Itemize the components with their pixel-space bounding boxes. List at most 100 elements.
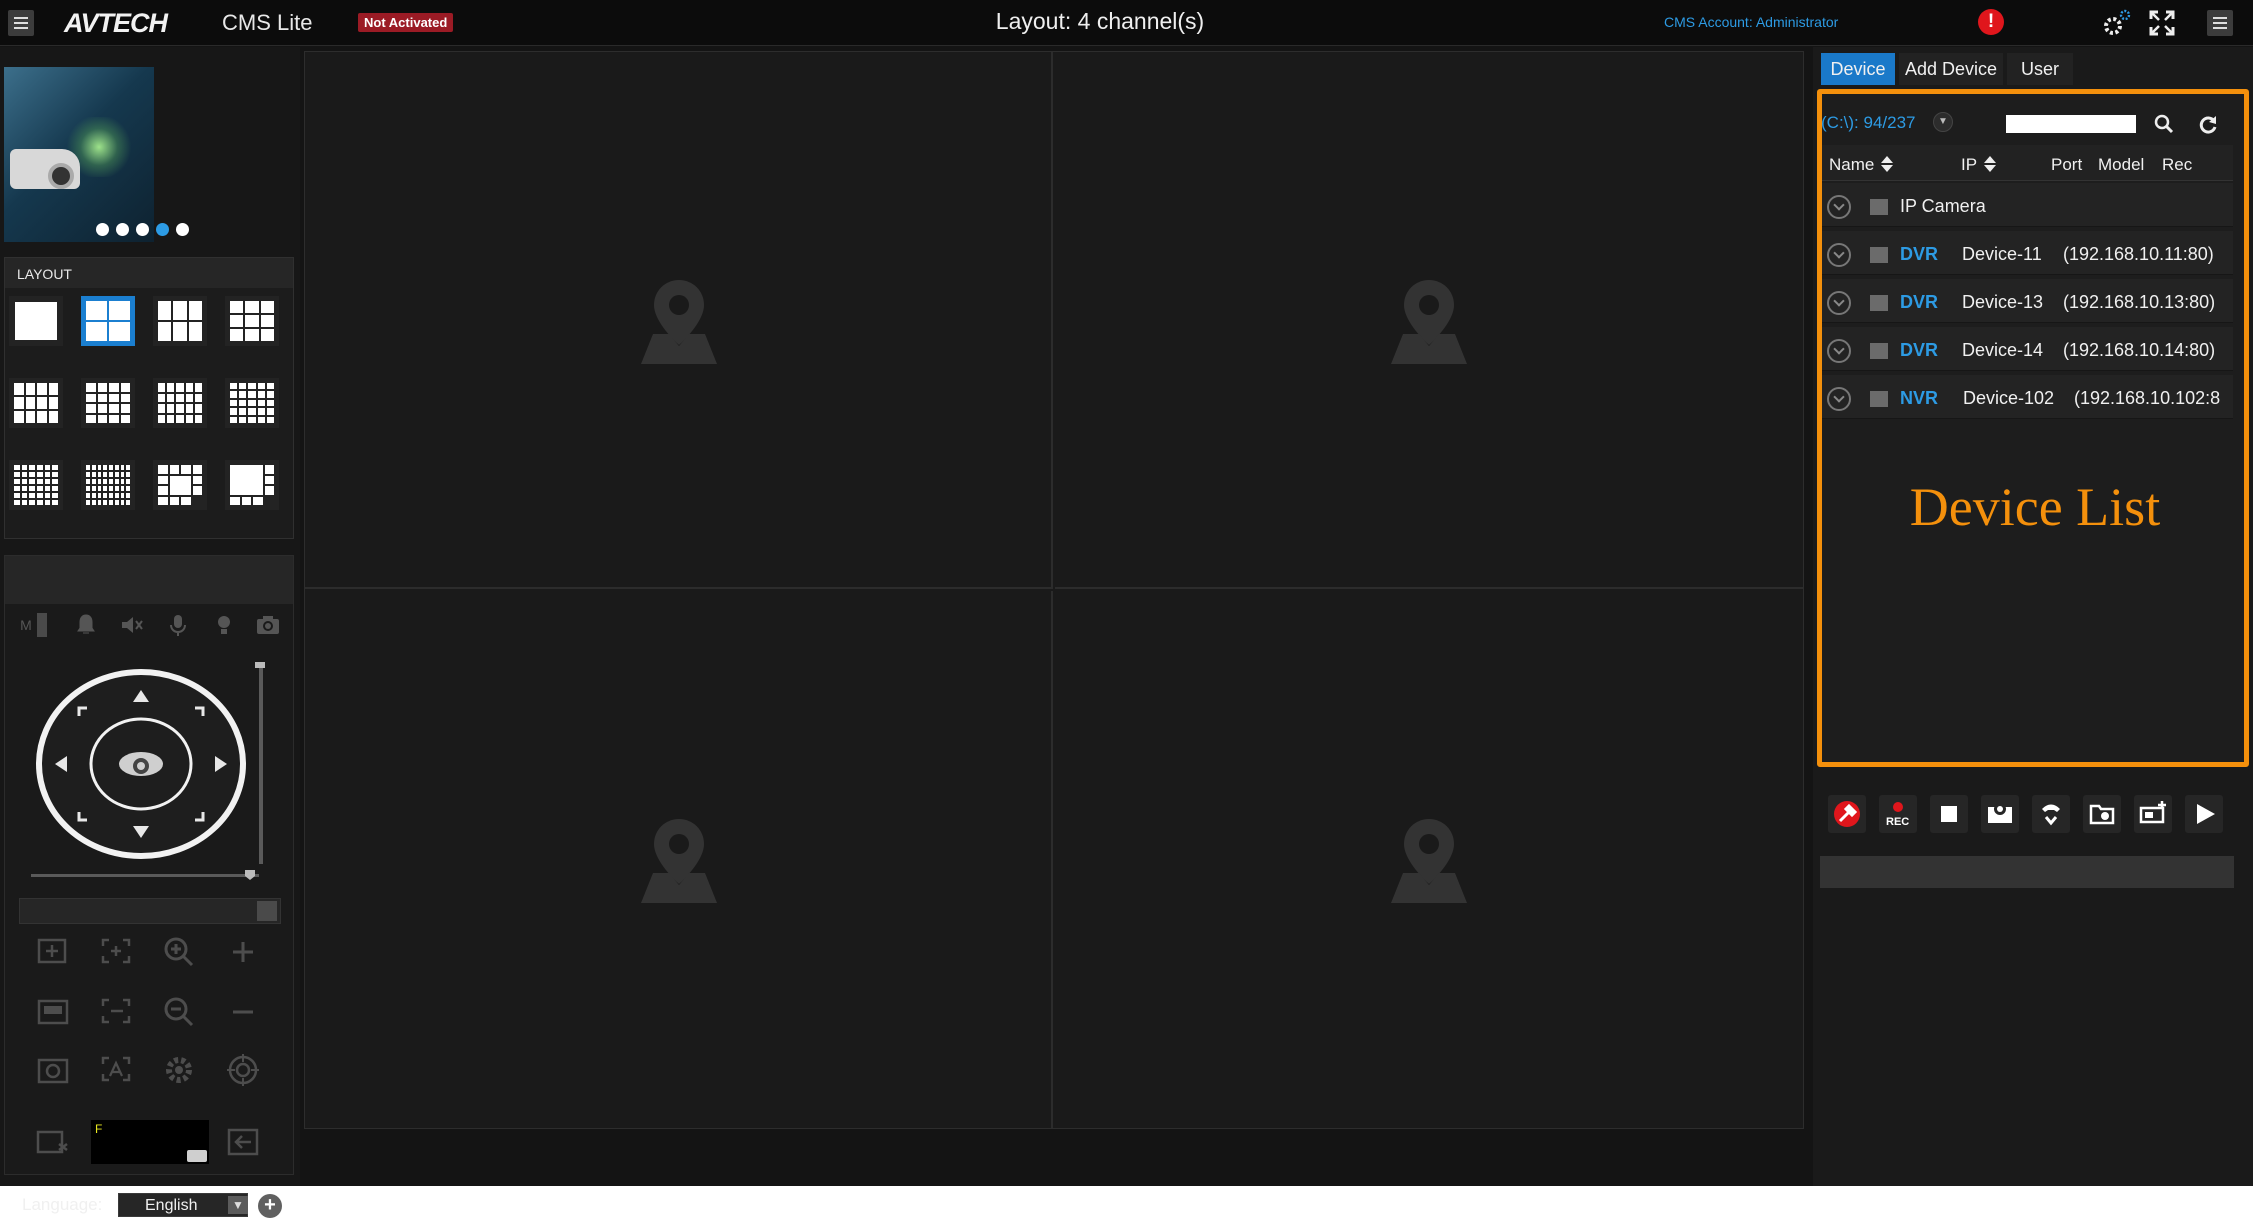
- promo-dot[interactable]: [136, 223, 149, 236]
- slider-thumb-icon[interactable]: [243, 868, 257, 882]
- layout-8-button[interactable]: [225, 460, 279, 510]
- layout-4-button[interactable]: [81, 296, 135, 346]
- promo-dot[interactable]: [116, 223, 129, 236]
- layout-16-button[interactable]: [81, 378, 135, 428]
- preset-go-button[interactable]: [257, 901, 277, 921]
- cms-app: AVTECH CMS Lite Not Activated Layout: 4 …: [0, 0, 2253, 1218]
- promo-dot[interactable]: [96, 223, 109, 236]
- layout-label: LAYOUT: [5, 258, 293, 288]
- chevron-down-icon[interactable]: ▼: [228, 1196, 248, 1214]
- photo-icon: [1988, 803, 2012, 823]
- layout-grid-icon: [230, 301, 274, 341]
- layout-grid-icon: [158, 383, 202, 423]
- layout-grid-icon: [14, 383, 58, 423]
- add-language-icon[interactable]: +: [258, 1194, 282, 1218]
- fullscreen-icon[interactable]: [2148, 9, 2176, 37]
- account-label[interactable]: CMS Account: Administrator: [1664, 14, 1838, 30]
- zoom-in-icon[interactable]: [159, 932, 199, 972]
- mode-toggle[interactable]: M: [13, 612, 39, 638]
- preset-input[interactable]: [19, 898, 281, 924]
- product-name: CMS Lite: [222, 10, 313, 35]
- layout-48-button[interactable]: [81, 460, 135, 510]
- minus-icon[interactable]: [223, 992, 263, 1032]
- zoom-out-icon[interactable]: [159, 992, 199, 1032]
- layout-25-button[interactable]: [225, 378, 279, 428]
- stop-icon: [1941, 806, 1957, 822]
- record-button[interactable]: REC: [1879, 795, 1917, 833]
- settings-icon[interactable]: [2100, 8, 2132, 38]
- light-icon[interactable]: [211, 612, 237, 638]
- video-channel-3[interactable]: [305, 591, 1053, 1128]
- layout-13-button[interactable]: [153, 460, 207, 510]
- left-panel: LAYOUT M F Language: English ▼ +: [0, 47, 300, 1218]
- osd-display[interactable]: F: [91, 1120, 209, 1164]
- return-icon[interactable]: [223, 1122, 263, 1162]
- video-channel-1[interactable]: [305, 52, 1053, 589]
- fit-icon[interactable]: [97, 992, 137, 1032]
- layout-grid-icon: [86, 301, 130, 341]
- promo-dot[interactable]: [176, 223, 189, 236]
- settings-icon[interactable]: [159, 1050, 199, 1090]
- auto-focus-icon[interactable]: [97, 1050, 137, 1090]
- tab-device[interactable]: Device: [1821, 53, 1895, 85]
- alarm-button[interactable]: [1828, 795, 1866, 833]
- play-button[interactable]: [2185, 795, 2223, 833]
- map-pin-icon: [641, 280, 717, 364]
- plus-icon[interactable]: [223, 932, 263, 972]
- layout-20-button[interactable]: [153, 378, 207, 428]
- exit-icon[interactable]: [33, 1122, 73, 1162]
- playback-toolbar: REC: [1820, 795, 2240, 841]
- ptz-dome-icon: [119, 752, 163, 776]
- snapshot-icon[interactable]: [33, 1050, 73, 1090]
- layout-9-button[interactable]: [225, 296, 279, 346]
- keyboard-icon[interactable]: [187, 1150, 207, 1162]
- tab-bar: Device Add Device User: [1813, 53, 2253, 87]
- wrench-icon: [1834, 801, 1860, 827]
- promo-banner[interactable]: [4, 67, 154, 242]
- tab-add-device[interactable]: Add Device: [1899, 53, 2003, 85]
- focus-icon[interactable]: [97, 932, 137, 972]
- layout-title: Layout: 4 channel(s): [995, 8, 1205, 34]
- mode-slider[interactable]: [37, 613, 47, 637]
- snapshot-icon[interactable]: [255, 612, 281, 638]
- target-icon[interactable]: [223, 1050, 263, 1090]
- mute-icon[interactable]: [119, 612, 145, 638]
- video-channel-2[interactable]: [1055, 52, 1803, 589]
- zoom-slider[interactable]: [31, 874, 259, 877]
- layout-grid-icon: [158, 301, 202, 341]
- top-bar: AVTECH CMS Lite Not Activated Layout: 4 …: [0, 0, 2253, 46]
- layout-1-button[interactable]: [9, 296, 63, 346]
- layout-section: LAYOUT: [4, 257, 294, 539]
- ptz-header: [5, 556, 293, 604]
- alarm-icon[interactable]: [73, 612, 99, 638]
- video-grid: [304, 51, 1804, 1129]
- talk-button[interactable]: [2032, 795, 2070, 833]
- activation-badge[interactable]: Not Activated: [358, 13, 454, 32]
- alert-icon[interactable]: !: [1978, 9, 2004, 35]
- folder-gear-icon: [2089, 804, 2115, 825]
- snapshot-button[interactable]: [1981, 795, 2019, 833]
- add-window-button[interactable]: [2134, 795, 2172, 833]
- window-icon[interactable]: [33, 992, 73, 1032]
- ptz-joystick[interactable]: [35, 668, 247, 860]
- main-menu-icon[interactable]: [2207, 10, 2233, 36]
- play-icon: [2197, 804, 2215, 824]
- microphone-icon[interactable]: [165, 612, 191, 638]
- video-channel-4[interactable]: [1055, 591, 1803, 1128]
- folder-settings-button[interactable]: [2083, 795, 2121, 833]
- promo-dot-active[interactable]: [156, 223, 169, 236]
- layout-12-button[interactable]: [9, 378, 63, 428]
- promo-pagination: [96, 223, 196, 237]
- zoom-area-icon[interactable]: [33, 932, 73, 972]
- layout-grid-icon: [86, 383, 130, 423]
- tab-user[interactable]: User: [2007, 53, 2073, 85]
- phone-icon: [2042, 804, 2060, 826]
- speed-slider[interactable]: [259, 664, 263, 864]
- layout-36-button[interactable]: [9, 460, 63, 510]
- device-list-highlight: [1817, 89, 2249, 767]
- ptz-section: M F: [4, 555, 294, 1175]
- stop-button[interactable]: [1930, 795, 1968, 833]
- layout-grid-icon: [158, 465, 202, 505]
- layout-6-button[interactable]: [153, 296, 207, 346]
- menu-icon[interactable]: [8, 10, 34, 36]
